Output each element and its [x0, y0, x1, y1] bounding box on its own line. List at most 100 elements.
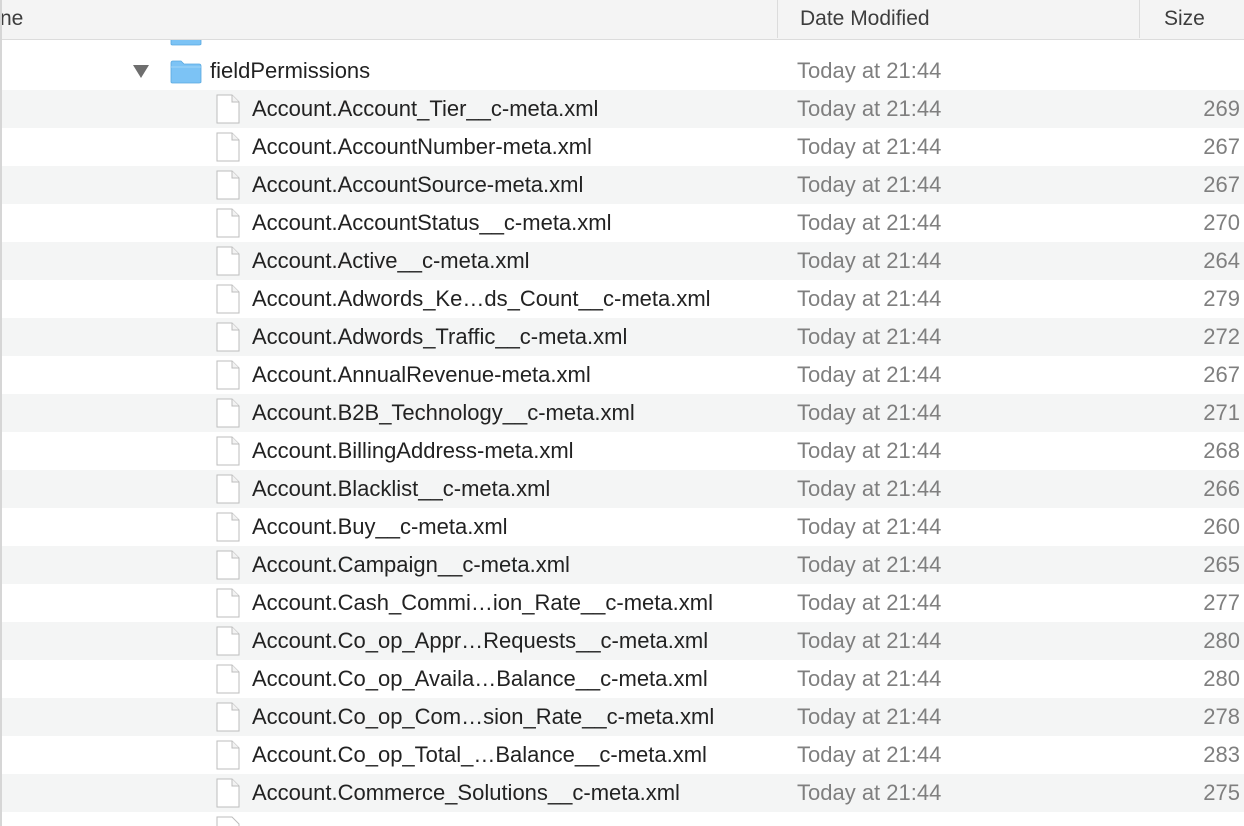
file-name: Account.Co_op_Com…sion_Rate__c-meta.xml: [252, 704, 715, 729]
document-icon: [216, 816, 240, 826]
document-icon: [216, 208, 240, 238]
folder-name: fieldPermissions: [210, 58, 371, 83]
file-list[interactable]: fieldPermissions Today at 21:44 Account.…: [0, 0, 1244, 826]
file-date: Today at 21:44: [797, 438, 942, 463]
file-name: Account.AccountNumber-meta.xml: [252, 134, 592, 159]
name-column-header[interactable]: ne: [0, 0, 23, 40]
file-name: Account.Co_op_Availa…Balance__c-meta.xml: [252, 666, 708, 691]
document-icon: [216, 94, 240, 124]
document-icon: [216, 284, 240, 314]
document-icon: [216, 702, 240, 732]
file-row[interactable]: Account.Commerce_Solutions__c-meta.xml To…: [0, 774, 1244, 812]
file-date: Today at 21:44: [797, 324, 942, 349]
file-size: 280: [1203, 628, 1240, 653]
file-row[interactable]: Account.Adwords_Ke…ds_Count__c-meta.xml T…: [0, 280, 1244, 318]
file-name: Account.Buy__c-meta.xml: [252, 514, 508, 539]
folder-date: Today at 21:44: [797, 58, 942, 83]
file-row[interactable]: Account.Active__c-meta.xml Today at 21:44…: [0, 242, 1244, 280]
file-row[interactable]: Account.Cash_Commi…ion_Rate__c-meta.xml T…: [0, 584, 1244, 622]
file-date: Today at 21:44: [797, 476, 942, 501]
file-size: 268: [1203, 438, 1240, 463]
list-row-partial-bottom[interactable]: [0, 812, 1244, 826]
file-size: 283: [1203, 742, 1240, 767]
file-size: 270: [1203, 210, 1240, 235]
document-icon: [216, 550, 240, 580]
folder-row-fieldpermissions[interactable]: fieldPermissions Today at 21:44: [0, 52, 1244, 90]
file-row[interactable]: Account.Co_op_Availa…Balance__c-meta.xml…: [0, 660, 1244, 698]
file-row[interactable]: Account.Co_op_Com…sion_Rate__c-meta.xml T…: [0, 698, 1244, 736]
file-size: 265: [1203, 552, 1240, 577]
file-row[interactable]: Account.AccountStatus__c-meta.xml Today a…: [0, 204, 1244, 242]
file-date: Today at 21:44: [797, 210, 942, 235]
file-size: 269: [1203, 96, 1240, 121]
disclosure-triangle-down-icon[interactable]: [132, 63, 150, 79]
document-icon: [216, 246, 240, 276]
file-row[interactable]: Account.Co_op_Appr…Requests__c-meta.xml T…: [0, 622, 1244, 660]
document-icon: [216, 474, 240, 504]
file-name: Account.BillingAddress-meta.xml: [252, 438, 574, 463]
file-row[interactable]: Account.AccountNumber-meta.xml Today at 2…: [0, 128, 1244, 166]
file-row[interactable]: Account.AnnualRevenue-meta.xml Today at 2…: [0, 356, 1244, 394]
file-size: 267: [1203, 172, 1240, 197]
document-icon: [216, 626, 240, 656]
file-size: 266: [1203, 476, 1240, 501]
column-divider[interactable]: [1139, 0, 1140, 38]
file-date: Today at 21:44: [797, 400, 942, 425]
file-row[interactable]: Account.Adwords_Traffic__c-meta.xml Today…: [0, 318, 1244, 356]
file-name: Account.Co_op_Appr…Requests__c-meta.xml: [252, 628, 709, 653]
document-icon: [216, 132, 240, 162]
file-date: Today at 21:44: [797, 666, 942, 691]
file-date: Today at 21:44: [797, 628, 942, 653]
column-header-bar: ne Date Modified Size: [0, 0, 1244, 40]
folder-icon: [170, 60, 202, 84]
file-date: Today at 21:44: [797, 96, 942, 121]
date-modified-column-header[interactable]: Date Modified: [800, 0, 930, 40]
file-date: Today at 21:44: [797, 286, 942, 311]
file-size: 260: [1203, 514, 1240, 539]
file-row[interactable]: Account.B2B_Technology__c-meta.xml Today …: [0, 394, 1244, 432]
file-size: 278: [1203, 704, 1240, 729]
file-size: 279: [1203, 286, 1240, 311]
file-name: Account.Commerce_Solutions__c-meta.xml: [252, 780, 680, 805]
file-size: 267: [1203, 362, 1240, 387]
file-date: Today at 21:44: [797, 362, 942, 387]
file-date: Today at 21:44: [797, 742, 942, 767]
file-size: 264: [1203, 248, 1240, 273]
file-name: Account.AccountSource-meta.xml: [252, 172, 584, 197]
document-icon: [216, 170, 240, 200]
file-row[interactable]: Account.Blacklist__c-meta.xml Today at 21…: [0, 470, 1244, 508]
file-name: Account.Cash_Commi…ion_Rate__c-meta.xml: [252, 590, 713, 615]
file-name: Account.Adwords_Ke…ds_Count__c-meta.xml: [252, 286, 711, 311]
file-row[interactable]: Account.Account_Tier__c-meta.xml Today at…: [0, 90, 1244, 128]
file-name: Account.Account_Tier__c-meta.xml: [252, 96, 599, 121]
file-size: 271: [1203, 400, 1240, 425]
file-size: 277: [1203, 590, 1240, 615]
file-name: Account.Co_op_Total_…Balance__c-meta.xml: [252, 742, 707, 767]
file-row[interactable]: Account.AccountSource-meta.xml Today at 2…: [0, 166, 1244, 204]
file-size: 280: [1203, 666, 1240, 691]
file-date: Today at 21:44: [797, 552, 942, 577]
document-icon: [216, 398, 240, 428]
file-row[interactable]: Account.Co_op_Total_…Balance__c-meta.xml…: [0, 736, 1244, 774]
document-icon: [216, 740, 240, 770]
file-name: Account.Campaign__c-meta.xml: [252, 552, 570, 577]
file-row[interactable]: Account.Buy__c-meta.xml Today at 21:44 260: [0, 508, 1244, 546]
file-size: 267: [1203, 134, 1240, 159]
size-column-header[interactable]: Size: [1164, 0, 1205, 40]
file-name: Account.B2B_Technology__c-meta.xml: [252, 400, 635, 425]
document-icon: [216, 778, 240, 808]
file-size: 272: [1203, 324, 1240, 349]
file-name: Account.AccountStatus__c-meta.xml: [252, 210, 612, 235]
column-divider[interactable]: [777, 0, 778, 38]
file-date: Today at 21:44: [797, 514, 942, 539]
window-left-edge: [0, 0, 2, 826]
file-name: Account.AnnualRevenue-meta.xml: [252, 362, 591, 387]
file-row[interactable]: Account.Campaign__c-meta.xml Today at 21:…: [0, 546, 1244, 584]
file-date: Today at 21:44: [797, 172, 942, 197]
file-row[interactable]: Account.BillingAddress-meta.xml Today at …: [0, 432, 1244, 470]
document-icon: [216, 588, 240, 618]
document-icon: [216, 436, 240, 466]
file-date: Today at 21:44: [797, 134, 942, 159]
document-icon: [216, 322, 240, 352]
file-name: Account.Adwords_Traffic__c-meta.xml: [252, 324, 628, 349]
